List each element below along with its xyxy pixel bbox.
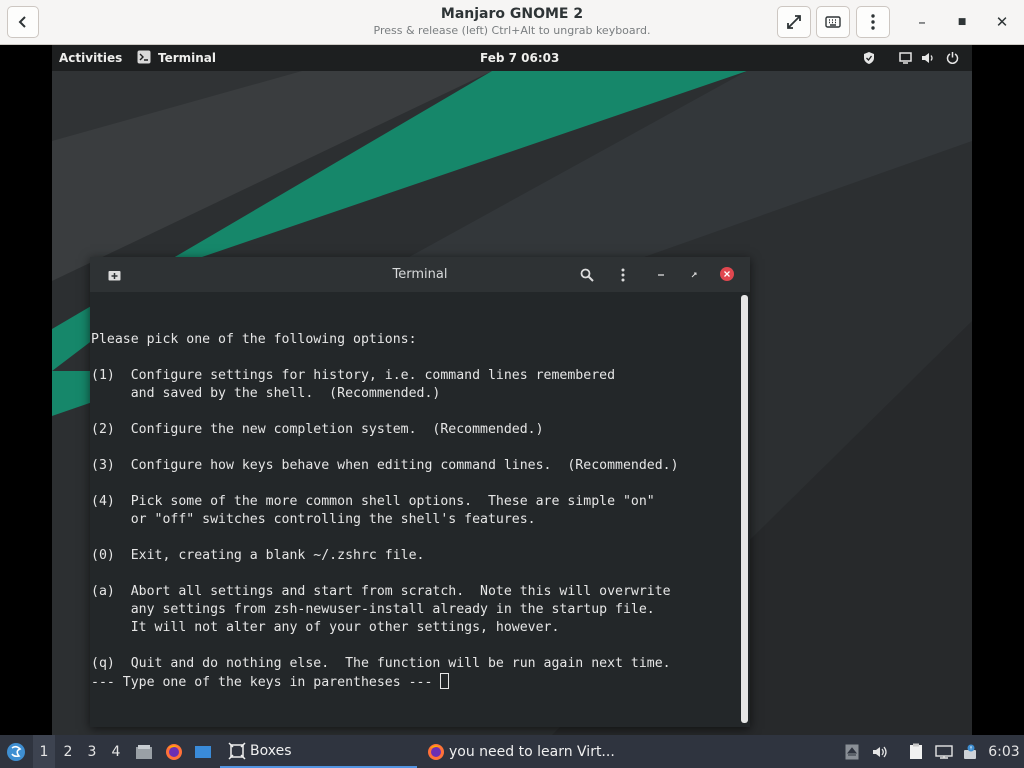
terminal-prompt: --- Type one of the keys in parentheses … xyxy=(91,675,441,690)
fullscreen-button[interactable] xyxy=(777,6,811,38)
updates-tray-icon[interactable] xyxy=(960,735,980,768)
volume-tray-icon[interactable] xyxy=(870,735,890,768)
terminal-prompt-line: --- Type one of the keys in parentheses … xyxy=(91,673,736,692)
task-firefox-label: you need to learn Virt... xyxy=(449,743,615,760)
minimize-button[interactable]: – xyxy=(904,6,940,38)
search-button[interactable] xyxy=(577,265,597,285)
fullscreen-icon xyxy=(787,15,801,29)
volume-icon[interactable] xyxy=(921,51,935,68)
terminal-line: (q) Quit and do nothing else. The functi… xyxy=(91,656,671,671)
close-button[interactable]: ✕ xyxy=(984,6,1020,38)
eject-icon xyxy=(845,744,859,759)
display-icon[interactable] xyxy=(899,52,912,67)
terminal-scrollbar[interactable] xyxy=(738,295,750,727)
minimize-icon: – xyxy=(918,13,926,31)
terminal-line: and saved by the shell. (Recommended.) xyxy=(91,386,441,401)
workspace-4[interactable]: 4 xyxy=(105,735,127,768)
restore-icon xyxy=(691,272,697,278)
keyboard-icon xyxy=(825,16,841,28)
power-icon[interactable] xyxy=(946,51,959,67)
terminal-line: It will not alter any of your other sett… xyxy=(91,620,560,635)
clipboard-tray-icon[interactable] xyxy=(906,735,926,768)
file-manager-icon xyxy=(136,744,152,759)
workspace-3[interactable]: 3 xyxy=(81,735,103,768)
terminal-restore-button[interactable] xyxy=(684,265,704,285)
task-firefox[interactable]: you need to learn Virt... xyxy=(425,735,625,768)
terminal-output[interactable]: Please pick one of the following options… xyxy=(91,295,736,725)
maximize-icon: ■ xyxy=(957,17,967,27)
notification-icon xyxy=(964,744,976,759)
start-menu-button[interactable] xyxy=(0,735,32,768)
terminal-line: (0) Exit, creating a blank ~/.zshrc file… xyxy=(91,548,425,563)
terminal-minimize-button[interactable] xyxy=(651,265,671,285)
terminal-line: (1) Configure settings for history, i.e.… xyxy=(91,368,616,383)
app-menu-icon xyxy=(7,742,25,761)
volume-icon xyxy=(873,746,887,757)
terminal-close-button[interactable] xyxy=(720,267,734,281)
clock[interactable]: Feb 7 06:03 xyxy=(480,51,559,65)
guest-desktop: Activities Terminal Feb 7 06:03 Terminal… xyxy=(52,45,972,735)
vertical-dots-icon xyxy=(871,14,875,30)
terminal-titlebar[interactable]: Terminal xyxy=(90,257,750,292)
send-keys-button[interactable] xyxy=(816,6,850,38)
firefox-icon xyxy=(428,743,444,760)
terminal-app-icon xyxy=(137,50,151,67)
vm-display[interactable]: Activities Terminal Feb 7 06:03 Terminal… xyxy=(0,45,1024,735)
search-icon xyxy=(580,268,594,282)
scrollbar-thumb[interactable] xyxy=(741,295,748,723)
shield-icon[interactable] xyxy=(863,51,875,68)
close-icon: ✕ xyxy=(995,13,1009,31)
firefox-launcher[interactable] xyxy=(163,735,185,768)
host-taskbar: 1 2 3 4 Boxes you need to learn Virt... … xyxy=(0,735,1024,768)
vertical-dots-icon xyxy=(621,268,625,282)
maximize-button[interactable]: ■ xyxy=(944,6,980,38)
terminal-window: Terminal Please pick one of the followin… xyxy=(90,257,750,727)
eject-tray-icon[interactable] xyxy=(843,735,861,768)
terminal-line: Please pick one of the following options… xyxy=(91,332,417,347)
network-icon xyxy=(935,744,953,759)
terminal-menu-button[interactable] xyxy=(613,265,633,285)
desktop-icon xyxy=(195,745,211,758)
network-tray-icon[interactable] xyxy=(933,735,955,768)
terminal-lines: Please pick one of the following options… xyxy=(91,331,736,673)
taskbar-clock[interactable]: 6:03 xyxy=(986,735,1022,768)
firefox-icon xyxy=(166,743,182,760)
task-boxes-label: Boxes xyxy=(250,742,292,759)
files-launcher[interactable] xyxy=(133,735,155,768)
boxes-header-bar: Manjaro GNOME 2 Press & release (left) C… xyxy=(0,0,1024,45)
menu-button[interactable] xyxy=(856,6,890,38)
workspace-1[interactable]: 1 xyxy=(33,735,55,768)
boxes-icon xyxy=(228,741,246,760)
minimize-icon xyxy=(658,274,664,276)
terminal-line: (3) Configure how keys behave when editi… xyxy=(91,458,679,473)
terminal-line: any settings from zsh-newuser-install al… xyxy=(91,602,655,617)
terminal-line: or "off" switches controlling the shell'… xyxy=(91,512,536,527)
terminal-line: (a) Abort all settings and start from sc… xyxy=(91,584,671,599)
workspace-2[interactable]: 2 xyxy=(57,735,79,768)
activities-button[interactable]: Activities xyxy=(59,51,122,65)
terminal-line: (2) Configure the new completion system.… xyxy=(91,422,544,437)
app-menu[interactable]: Terminal xyxy=(158,51,216,65)
desktop-launcher[interactable] xyxy=(192,735,214,768)
terminal-line: (4) Pick some of the more common shell o… xyxy=(91,494,655,509)
clipboard-icon xyxy=(910,743,922,759)
text-cursor xyxy=(440,673,450,689)
gnome-top-bar: Activities Terminal Feb 7 06:03 xyxy=(52,45,972,71)
close-icon xyxy=(724,271,730,277)
task-boxes[interactable]: Boxes xyxy=(220,735,417,768)
